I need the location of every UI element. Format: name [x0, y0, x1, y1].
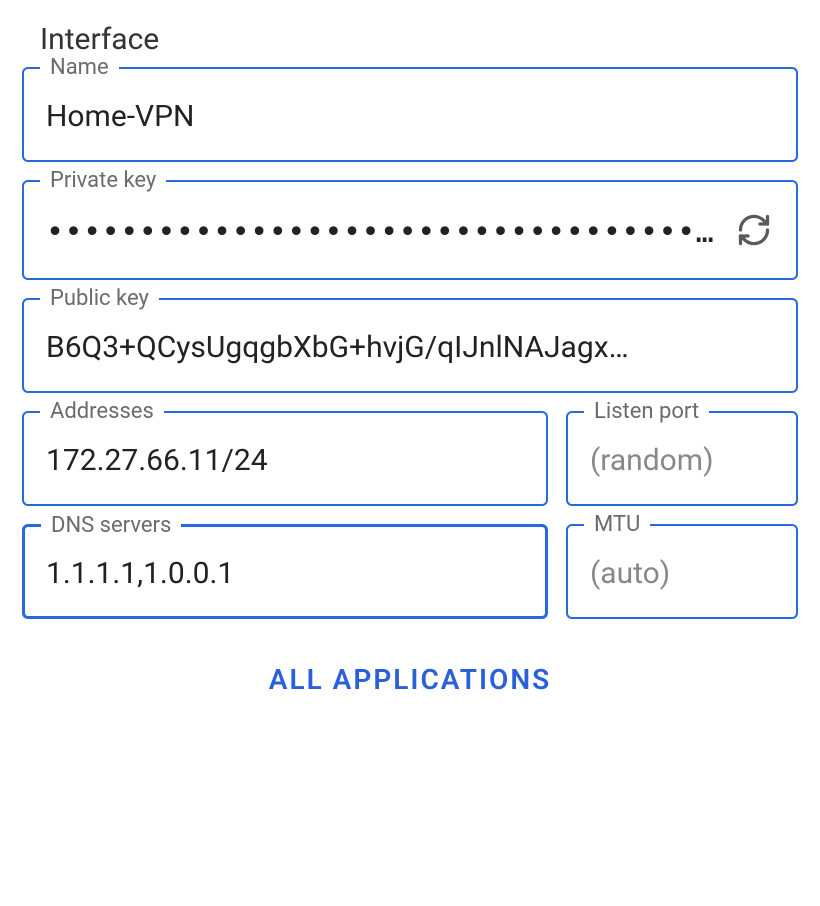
name-field-container: Name [22, 67, 798, 162]
private-key-label: Private key [40, 168, 166, 193]
section-title: Interface [40, 22, 798, 57]
regenerate-key-button[interactable] [734, 212, 774, 252]
all-applications-button[interactable]: ALL APPLICATIONS [269, 663, 552, 696]
mtu-field-container: MTU [566, 524, 798, 619]
listen-port-label: Listen port [584, 399, 709, 424]
mtu-label: MTU [584, 512, 650, 537]
addresses-field-container: Addresses [22, 411, 548, 506]
dns-servers-input[interactable] [46, 556, 524, 591]
name-input[interactable] [46, 99, 774, 134]
addresses-input[interactable] [46, 443, 524, 478]
public-key-value: B6Q3+QCysUgqgbXbG+hvjG/qIJnlNAJagx… [46, 330, 774, 365]
name-label: Name [40, 55, 119, 80]
addresses-label: Addresses [40, 399, 164, 424]
private-key-input[interactable]: ••••••••••••••••••••••••••••••••••••••••… [46, 215, 716, 250]
refresh-icon [736, 212, 772, 252]
public-key-label: Public key [40, 286, 159, 311]
listen-port-input[interactable] [590, 443, 774, 478]
mtu-input[interactable] [590, 556, 774, 591]
private-key-field-container: Private key ••••••••••••••••••••••••••••… [22, 180, 798, 280]
listen-port-field-container: Listen port [566, 411, 798, 506]
public-key-field-container: Public key B6Q3+QCysUgqgbXbG+hvjG/qIJnlN… [22, 298, 798, 393]
dns-servers-label: DNS servers [41, 513, 181, 538]
dns-servers-field-container: DNS servers [22, 524, 548, 619]
